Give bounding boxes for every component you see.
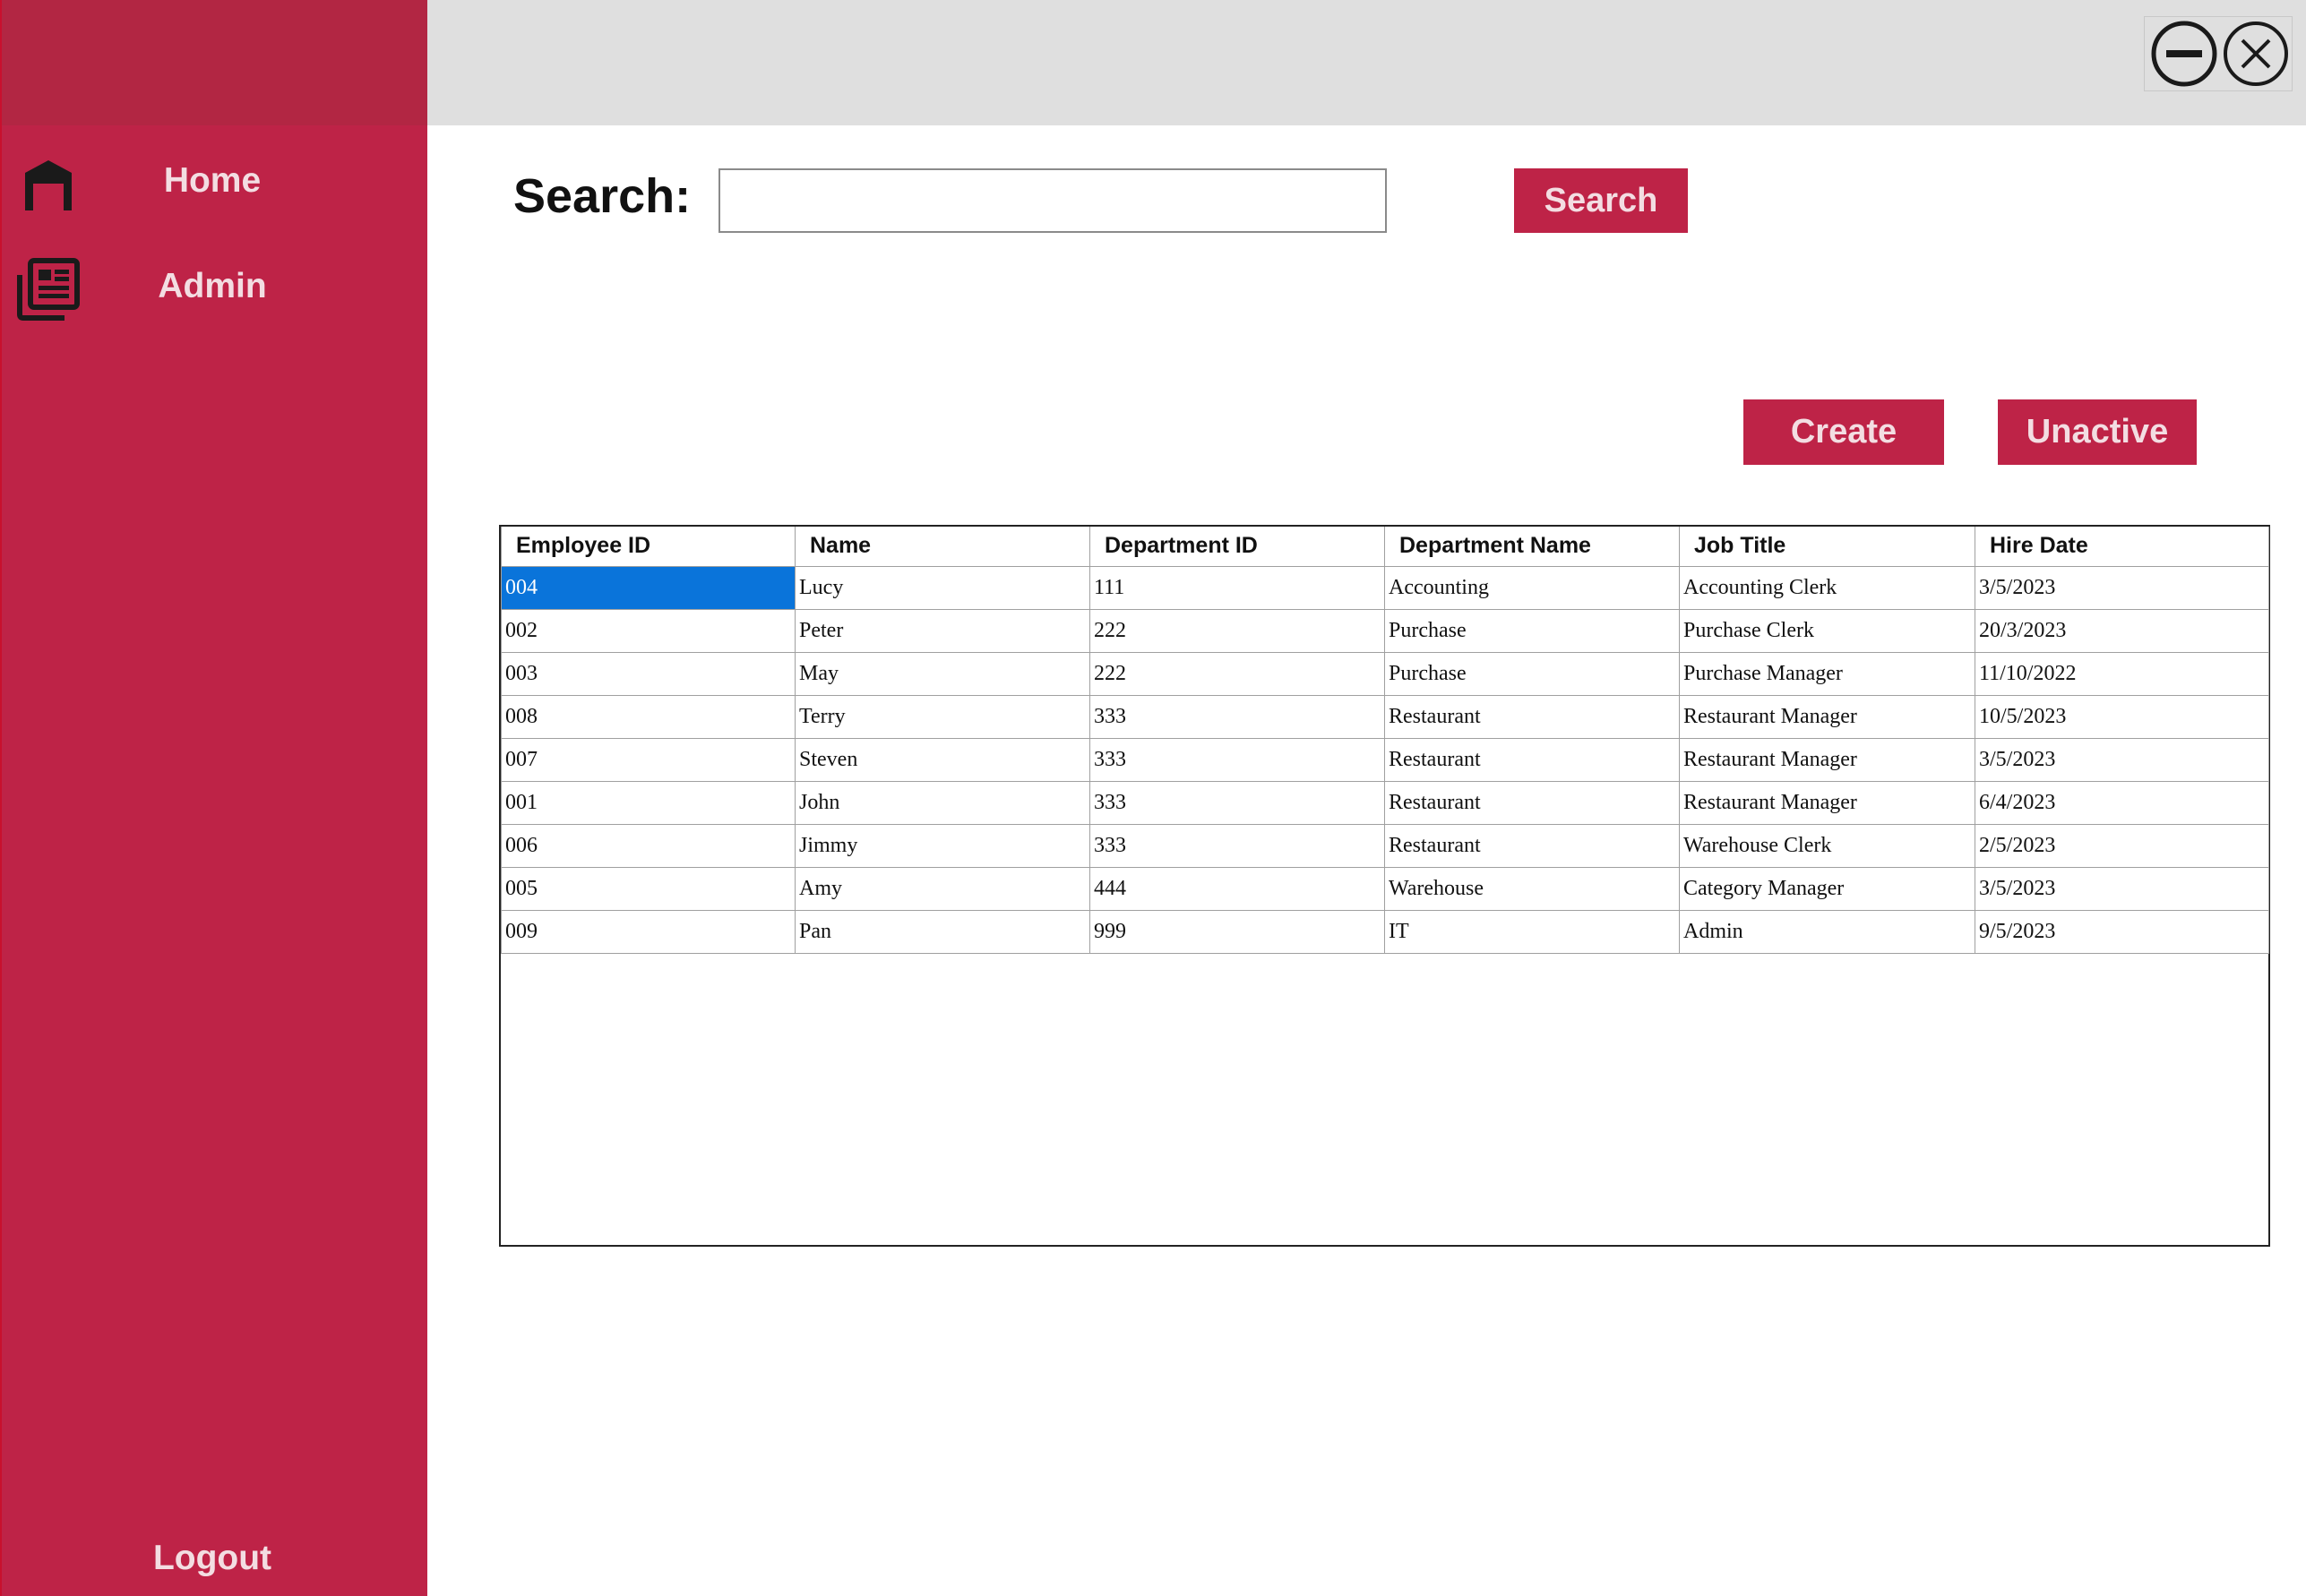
table-cell[interactable]: 3/5/2023 [1975, 866, 2269, 911]
table-cell[interactable]: 333 [1089, 694, 1385, 739]
table-cell[interactable]: 10/5/2023 [1975, 694, 2269, 739]
table-cell[interactable]: Restaurant [1384, 823, 1680, 868]
column-header-department-name[interactable]: Department Name [1384, 527, 1680, 567]
table-row[interactable]: 004 Lucy 111 Accounting Accounting Clerk… [501, 565, 2269, 610]
table-cell[interactable]: Amy [795, 866, 1090, 911]
table-cell[interactable]: 999 [1089, 909, 1385, 954]
employee-table[interactable]: Employee ID Name Department ID Departmen… [499, 525, 2270, 1247]
sidebar-item-label: Admin [158, 267, 267, 305]
table-cell[interactable]: 222 [1089, 608, 1385, 653]
column-header-employee-id[interactable]: Employee ID [501, 527, 796, 567]
table-cell[interactable]: 007 [501, 737, 796, 782]
table-row[interactable]: 002 Peter 222 Purchase Purchase Clerk 20… [501, 608, 2269, 653]
sidebar-item-label: Home [163, 161, 262, 200]
table-cell[interactable]: Accounting [1384, 565, 1680, 610]
title-bar [427, 0, 2306, 125]
table-cell[interactable]: 006 [501, 823, 796, 868]
table-cell[interactable]: 3/5/2023 [1975, 565, 2269, 610]
table-cell[interactable]: 001 [501, 780, 796, 825]
unactive-button[interactable]: Unactive [1998, 399, 2197, 465]
table-cell[interactable]: 111 [1089, 565, 1385, 610]
table-cell[interactable]: 444 [1089, 866, 1385, 911]
search-input[interactable] [718, 168, 1387, 233]
table-cell[interactable]: IT [1384, 909, 1680, 954]
table-cell[interactable]: 004 [501, 565, 796, 610]
sidebar-item-admin[interactable]: Admin [2, 246, 429, 327]
table-row[interactable]: 003 May 222 Purchase Purchase Manager 11… [501, 651, 2269, 696]
table-cell[interactable]: Steven [795, 737, 1090, 782]
table-cell[interactable]: 333 [1089, 823, 1385, 868]
table-cell[interactable]: Peter [795, 608, 1090, 653]
search-button[interactable]: Search [1514, 168, 1688, 233]
table-cell[interactable]: 008 [501, 694, 796, 739]
column-header-hire-date[interactable]: Hire Date [1975, 527, 2269, 567]
newspaper-icon [14, 255, 82, 323]
table-cell[interactable]: Accounting Clerk [1679, 565, 1975, 610]
table-cell[interactable]: Restaurant [1384, 780, 1680, 825]
table-cell[interactable]: Lucy [795, 565, 1090, 610]
table-row[interactable]: 001 John 333 Restaurant Restaurant Manag… [501, 780, 2269, 825]
table-row[interactable]: 005 Amy 444 Warehouse Category Manager 3… [501, 866, 2269, 911]
table-row[interactable]: 006 Jimmy 333 Restaurant Warehouse Clerk… [501, 823, 2269, 868]
table-cell[interactable]: Terry [795, 694, 1090, 739]
column-header-department-id[interactable]: Department ID [1089, 527, 1385, 567]
table-cell[interactable]: 333 [1089, 780, 1385, 825]
table-cell[interactable]: Warehouse Clerk [1679, 823, 1975, 868]
table-cell[interactable]: Purchase [1384, 608, 1680, 653]
table-cell[interactable]: 6/4/2023 [1975, 780, 2269, 825]
table-cell[interactable]: Purchase Manager [1679, 651, 1975, 696]
table-cell[interactable]: 003 [501, 651, 796, 696]
table-cell[interactable]: 9/5/2023 [1975, 909, 2269, 954]
close-icon[interactable] [2222, 20, 2290, 88]
table-cell[interactable]: Restaurant Manager [1679, 737, 1975, 782]
table-cell[interactable]: May [795, 651, 1090, 696]
table-cell[interactable]: 20/3/2023 [1975, 608, 2269, 653]
table-cell[interactable]: 002 [501, 608, 796, 653]
logout-button[interactable]: Logout [91, 1521, 333, 1596]
column-header-job-title[interactable]: Job Title [1679, 527, 1975, 567]
table-cell[interactable]: Jimmy [795, 823, 1090, 868]
sidebar: Home Admin Logout [0, 0, 429, 1596]
sidebar-item-home[interactable]: Home [2, 141, 429, 221]
table-cell[interactable]: Pan [795, 909, 1090, 954]
table-cell[interactable]: Category Manager [1679, 866, 1975, 911]
create-button[interactable]: Create [1743, 399, 1944, 465]
table-cell[interactable]: 005 [501, 866, 796, 911]
table-cell[interactable]: John [795, 780, 1090, 825]
table-cell[interactable]: 333 [1089, 737, 1385, 782]
minimize-icon[interactable] [2150, 20, 2218, 88]
table-header-row: Employee ID Name Department ID Departmen… [501, 527, 2269, 567]
table-cell[interactable]: Purchase Clerk [1679, 608, 1975, 653]
table-cell[interactable]: 222 [1089, 651, 1385, 696]
table-row[interactable]: 007 Steven 333 Restaurant Restaurant Man… [501, 737, 2269, 782]
sidebar-header [2, 0, 429, 125]
table-cell[interactable]: Restaurant [1384, 694, 1680, 739]
table-cell[interactable]: Restaurant Manager [1679, 780, 1975, 825]
table-cell[interactable]: 009 [501, 909, 796, 954]
garage-icon [14, 150, 82, 218]
window-controls [2144, 16, 2293, 91]
table-cell[interactable]: Restaurant Manager [1679, 694, 1975, 739]
table-cell[interactable]: Purchase [1384, 651, 1680, 696]
table-cell[interactable]: Warehouse [1384, 866, 1680, 911]
table-row[interactable]: 008 Terry 333 Restaurant Restaurant Mana… [501, 694, 2269, 739]
table-cell[interactable]: 2/5/2023 [1975, 823, 2269, 868]
table-cell[interactable]: 11/10/2022 [1975, 651, 2269, 696]
table-cell[interactable]: Restaurant [1384, 737, 1680, 782]
table-cell[interactable]: Admin [1679, 909, 1975, 954]
table-row[interactable]: 009 Pan 999 IT Admin 9/5/2023 [501, 909, 2269, 954]
search-label: Search: [513, 169, 692, 223]
column-header-name[interactable]: Name [795, 527, 1090, 567]
table-cell[interactable]: 3/5/2023 [1975, 737, 2269, 782]
